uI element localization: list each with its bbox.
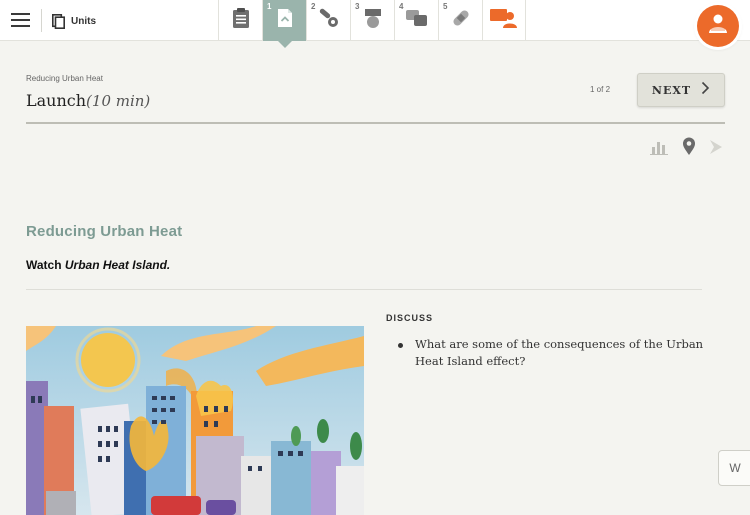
hamburger-menu-icon[interactable] [11, 12, 30, 28]
map-pin-icon[interactable] [682, 137, 696, 161]
step-1-launch[interactable]: 1 [262, 0, 306, 48]
page-title: Launch(10 min) [26, 91, 150, 110]
clipboard-icon [232, 7, 250, 34]
step-5[interactable]: 5 [438, 0, 482, 41]
lesson-title-text: Launch [26, 91, 87, 110]
list-item: What are some of the consequences of the… [398, 336, 708, 370]
lesson-duration: (10 min) [86, 92, 151, 110]
content-divider [26, 289, 702, 290]
step-number: 2 [311, 2, 316, 11]
tool-icons [650, 137, 726, 157]
video-thumbnail[interactable] [26, 326, 364, 515]
bar-chart-icon[interactable] [650, 139, 668, 160]
discuss-label: DISCUSS [386, 313, 434, 323]
step-number: 5 [443, 2, 448, 11]
discuss-list: What are some of the consequences of the… [398, 336, 708, 370]
video-illustration [26, 326, 364, 515]
bandage-icon [450, 7, 472, 34]
step-4[interactable]: 4 [394, 0, 438, 41]
teacher-avatar-icon [705, 13, 731, 40]
side-tab-w[interactable]: W [718, 450, 750, 486]
step-present[interactable] [482, 0, 526, 41]
lesson-steps: 1 2 3 4 5 [218, 0, 526, 48]
divider [41, 9, 42, 32]
page-counter: 1 of 2 [590, 85, 611, 94]
step-number: 3 [355, 2, 360, 11]
units-button[interactable]: Units [52, 12, 96, 30]
next-button[interactable]: NEXT [637, 73, 725, 107]
presenter-icon [489, 7, 519, 34]
launch-document-icon [276, 7, 294, 34]
teacher-avatar-button[interactable] [697, 5, 739, 47]
step-2[interactable]: 2 [306, 0, 350, 41]
section-title: Reducing Urban Heat [26, 223, 183, 240]
step-overview[interactable] [218, 0, 262, 41]
book-icon [52, 13, 65, 29]
step-3[interactable]: 3 [350, 0, 394, 41]
medal-icon [363, 7, 383, 34]
watch-prefix: Watch [26, 258, 65, 272]
units-label: Units [71, 15, 96, 27]
chat-bubbles-icon [405, 7, 429, 34]
tools-icon [318, 7, 340, 34]
side-tab-label: W [729, 461, 741, 475]
chevron-right-icon [701, 81, 710, 100]
watch-instruction: Watch Urban Heat Island. [26, 258, 170, 272]
next-label: NEXT [651, 83, 692, 97]
step-number: 1 [267, 2, 272, 11]
unit-breadcrumb: Reducing Urban Heat [26, 74, 103, 83]
video-title: Urban Heat Island. [64, 258, 171, 272]
pointer-icon[interactable] [708, 139, 724, 160]
step-number: 4 [399, 2, 404, 11]
header-divider [26, 122, 725, 124]
top-nav-bar: Units 1 2 3 4 5 [0, 0, 750, 48]
